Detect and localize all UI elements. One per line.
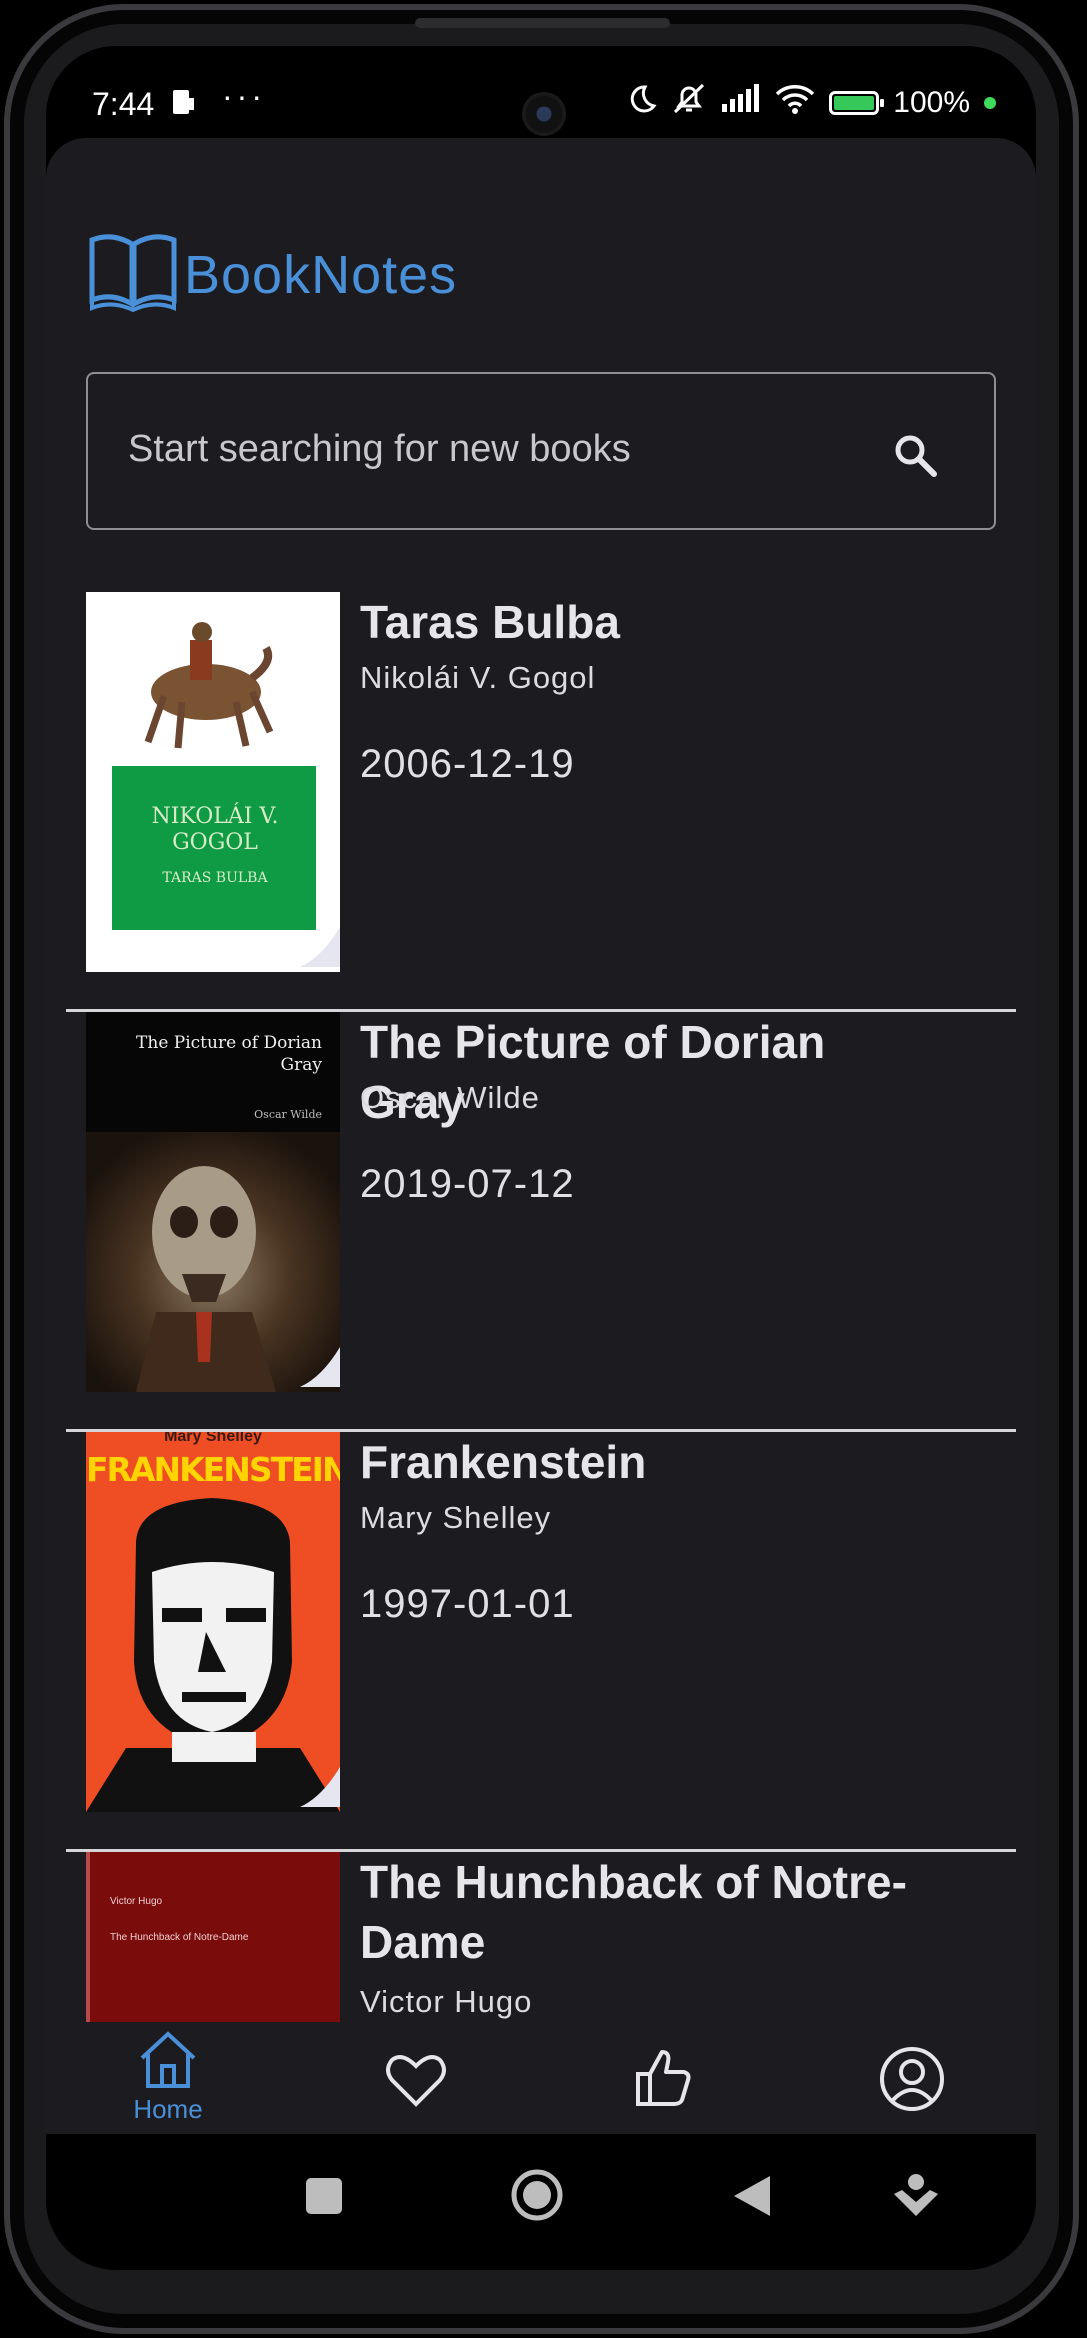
signal-icon [721, 84, 761, 122]
app-content: BookNotes Start searching for new books … [46, 138, 1036, 2134]
book-author: Nikolái V. Gogol [360, 660, 596, 695]
gesture-handle-icon[interactable] [892, 2172, 940, 2225]
book-cover: Victor Hugo The Hunchback of Notre-Dame [86, 1852, 340, 2022]
book-list: NIKOLÁI V. GOGOL TARAS BULBA Taras Bulba… [66, 592, 1016, 2022]
battery-icon [829, 91, 885, 115]
book-icon [88, 230, 178, 319]
book-author: Mary Shelley [360, 1500, 552, 1535]
list-item[interactable]: NIKOLÁI V. GOGOL TARAS BULBA Taras Bulba… [66, 592, 1016, 1012]
list-item[interactable]: Victor Hugo The Hunchback of Notre-Dame … [66, 1852, 1016, 2022]
notification-icon [170, 88, 196, 123]
more-notifications-icon: ··· [222, 78, 266, 114]
search-box[interactable] [86, 372, 996, 530]
page-curl-icon [300, 1767, 340, 1812]
privacy-indicator [984, 97, 996, 109]
nav-home-label: Home [133, 2094, 203, 2124]
nav-favorites[interactable] [356, 2022, 476, 2134]
book-title: Taras Bulba [360, 596, 620, 648]
list-item[interactable]: Mary Shelley FRANKENSTEIN Frankenstein M… [66, 1432, 1016, 1852]
bottom-navigation: Home [46, 2022, 1036, 2134]
status-bar: 7:44 ··· 100% [46, 46, 1036, 138]
book-title: The Hunchback of Notre-Dame [360, 1856, 907, 1968]
cover-title-text: The Picture of Dorian Gray [136, 1033, 322, 1075]
cover-title-text: FRANKENSTEIN [86, 1450, 340, 1489]
home-system-button[interactable] [510, 2168, 564, 2227]
system-navigation-bar [46, 2134, 1036, 2270]
book-cover: The Picture of Dorian Gray Oscar Wilde [86, 1012, 340, 1392]
account-icon [852, 2046, 972, 2112]
cover-sub-text: TARAS BULBA [162, 870, 268, 886]
cover-author-text: Mary Shelley [164, 1432, 262, 1445]
search-input[interactable] [126, 418, 870, 480]
earpiece-speaker [415, 18, 670, 28]
cover-author-text: Victor Hugo [110, 1896, 163, 1907]
app-title: BookNotes [184, 244, 458, 305]
cover-main-text: NIKOLÁI V. GOGOL [151, 804, 279, 855]
book-date: 1997-01-01 [360, 1582, 575, 1626]
heart-icon [356, 2050, 476, 2110]
thumbs-up-icon [604, 2048, 724, 2108]
book-date: 2006-12-19 [360, 742, 575, 786]
page-curl-icon [300, 1347, 340, 1392]
front-camera [522, 92, 566, 136]
list-item[interactable]: The Picture of Dorian Gray Oscar Wilde T… [66, 1012, 1016, 1432]
nav-home[interactable]: Home [108, 2022, 228, 2134]
mute-icon [671, 82, 707, 124]
book-title: Frankenstein [360, 1436, 647, 1488]
screen: 7:44 ··· 100% BookNotes Start searching … [46, 46, 1036, 2270]
nav-recommended[interactable] [604, 2022, 724, 2134]
page-curl-icon [300, 927, 340, 972]
book-author: Victor Hugo [360, 1984, 533, 2019]
home-icon [108, 2030, 228, 2090]
book-date: 2019-07-12 [360, 1162, 575, 1206]
app-logo: BookNotes [88, 230, 457, 319]
status-icons: 100% [625, 82, 996, 124]
cover-title-text: The Hunchback of Notre-Dame [110, 1932, 249, 1943]
recents-button[interactable] [304, 2176, 344, 2221]
cover-author-text: Oscar Wilde [254, 1108, 322, 1121]
search-icon[interactable] [892, 432, 938, 478]
status-time: 7:44 [92, 86, 155, 122]
moon-icon [625, 83, 657, 123]
book-author: Oscar Wilde [360, 1080, 540, 1115]
book-cover: Mary Shelley FRANKENSTEIN [86, 1432, 340, 1812]
nav-profile[interactable] [852, 2022, 972, 2134]
wifi-icon [775, 84, 815, 122]
book-cover: NIKOLÁI V. GOGOL TARAS BULBA [86, 592, 340, 972]
battery-level: 100% [893, 86, 970, 119]
back-button[interactable] [732, 2174, 772, 2223]
